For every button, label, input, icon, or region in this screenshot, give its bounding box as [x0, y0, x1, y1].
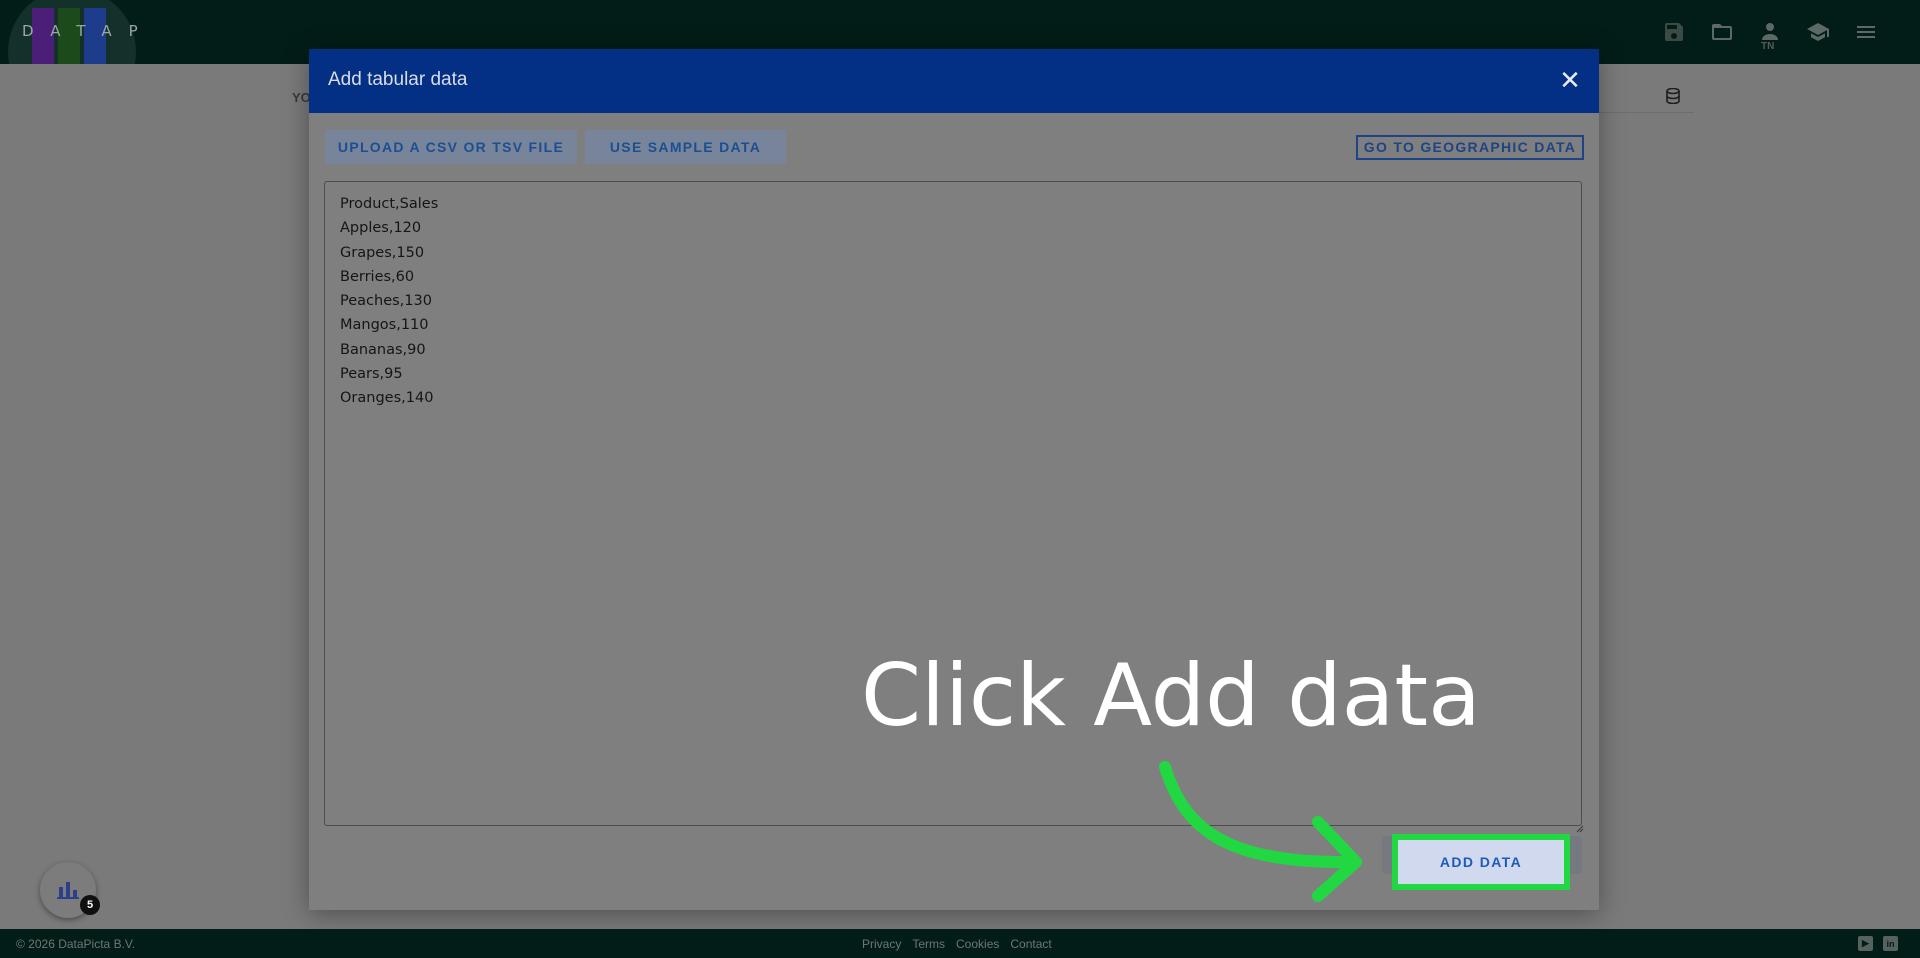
- bar-chart-icon: [57, 882, 79, 899]
- hamburger-menu-icon[interactable]: [1852, 18, 1880, 46]
- copyright-text: © 2026 DataPicta B.V.: [16, 937, 136, 951]
- save-icon[interactable]: [1660, 18, 1688, 46]
- close-icon[interactable]: ✕: [1555, 65, 1585, 95]
- tutorial-arrow-icon: [1159, 761, 1362, 902]
- add-tabular-data-modal: Add tabular data ✕ UPLOAD A CSV OR TSV F…: [309, 49, 1599, 910]
- use-sample-data-button[interactable]: USE SAMPLE DATA: [585, 130, 786, 164]
- datapicta-logo[interactable]: DATAPICTA: [8, 0, 138, 64]
- database-icon[interactable]: [1666, 87, 1680, 109]
- user-initials: TN: [1761, 41, 1775, 52]
- go-to-geographic-data-button[interactable]: GO TO GEOGRAPHIC DATA: [1356, 135, 1584, 160]
- footer-links: Privacy Terms Cookies Contact: [862, 937, 1052, 951]
- footer-link-terms[interactable]: Terms: [912, 937, 945, 951]
- folder-open-icon[interactable]: [1708, 18, 1736, 46]
- chart-count-badge: 5: [80, 895, 100, 915]
- background-divider: [1598, 112, 1694, 113]
- header-icon-group: TN: [1660, 18, 1880, 52]
- tutorial-annotation-text: Click Add data: [861, 646, 1481, 746]
- footer-link-privacy[interactable]: Privacy: [862, 937, 901, 951]
- add-data-label: ADD DATA: [1439, 854, 1523, 870]
- footer-link-contact[interactable]: Contact: [1010, 937, 1051, 951]
- footer-link-cookies[interactable]: Cookies: [956, 937, 999, 951]
- user-icon[interactable]: TN: [1756, 18, 1784, 52]
- youtube-icon[interactable]: ▶: [1858, 936, 1873, 951]
- upload-csv-button[interactable]: UPLOAD A CSV OR TSV FILE: [325, 130, 577, 164]
- footer: © 2026 DataPicta B.V. Privacy Terms Cook…: [0, 929, 1920, 958]
- linkedin-icon[interactable]: in: [1883, 936, 1898, 951]
- graduation-cap-icon[interactable]: [1804, 18, 1832, 46]
- modal-title: Add tabular data: [328, 69, 468, 90]
- social-links: ▶ in: [1858, 936, 1898, 951]
- modal-header: Add tabular data ✕: [309, 49, 1599, 113]
- background-page-label: YO: [292, 90, 311, 105]
- add-data-button[interactable]: ADD DATA: [1392, 834, 1570, 890]
- logo-text: DATAPICTA: [22, 22, 138, 40]
